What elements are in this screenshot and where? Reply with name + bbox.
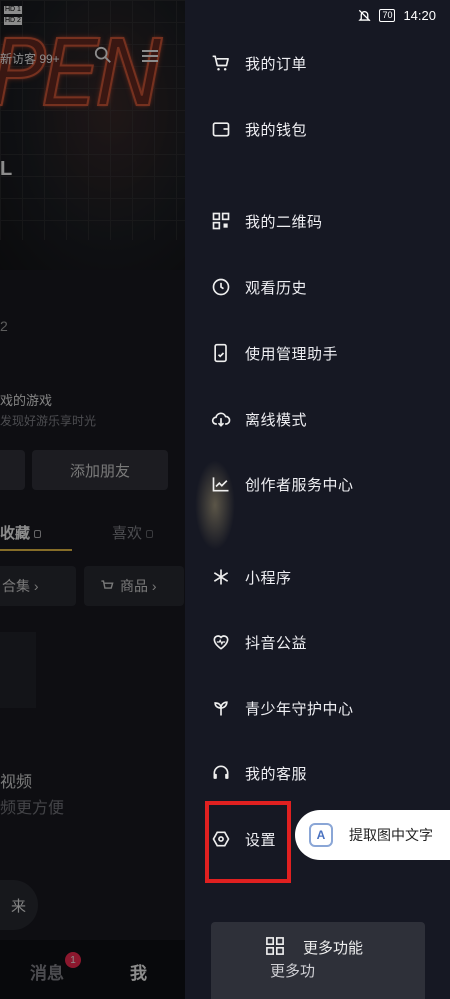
wallet-icon [212,122,230,137]
profile-page-background: PEN HD 1 HD 2 新访客 99+ L 2 戏的游戏 发现好游乐享时光 … [0,0,185,999]
more-functions-label: 更多功能 [303,940,364,957]
menu-item-offline-mode[interactable]: 离线模式 [211,407,307,431]
more-functions-button[interactable] [211,922,425,999]
cart-icon [212,55,229,71]
menu-item-charity[interactable]: 抖音公益 [211,630,307,654]
menu-item-label: 观看历史 [245,279,308,297]
heart-icon [213,635,229,650]
menu-item-qrcode[interactable]: 我的二维码 [211,209,323,233]
more-functions-echo-label: 更多功 [270,963,316,980]
text-recognition-icon: A [309,823,333,847]
dim-overlay[interactable] [0,0,185,999]
asterisk-icon [213,569,229,585]
extract-text-button[interactable]: A 提取图中文字 [295,810,450,860]
menu-item-creator-center[interactable]: 创作者服务中心 [211,472,354,496]
chart-icon [212,477,229,492]
clock-icon [212,278,230,296]
menu-item-label: 青少年守护中心 [245,700,354,718]
menu-item-label: 我的订单 [245,55,308,73]
menu-item-youth-guard[interactable]: 青少年守护中心 [211,696,354,720]
settings-highlight-box [205,801,291,883]
headset-icon [213,765,229,779]
menu-item-usage-assistant[interactable]: 使用管理助手 [211,341,338,365]
qrcode-icon [212,212,230,230]
sprout-icon [214,701,228,716]
menu-item-label: 我的二维码 [245,213,323,231]
menu-item-orders[interactable]: 我的订单 [211,51,307,75]
phone-icon [214,343,227,363]
menu-item-label: 我的客服 [245,765,308,783]
menu-item-label: 小程序 [245,569,292,587]
menu-item-label: 我的钱包 [245,121,308,139]
menu-item-mini-programs[interactable]: 小程序 [211,565,292,589]
menu-item-label: 使用管理助手 [245,345,339,363]
cloud-download-icon [211,412,231,427]
menu-item-customer-service[interactable]: 我的客服 [211,761,307,785]
menu-item-history[interactable]: 观看历史 [211,275,307,299]
grid-apps-icon [266,937,284,955]
menu-item-label: 抖音公益 [245,634,308,652]
status-bar-right: 70 14:20 [358,8,436,23]
menu-item-label: 离线模式 [245,411,308,429]
mute-bell-icon [358,9,372,22]
menu-item-label: 创作者服务中心 [245,476,354,494]
extract-text-label: 提取图中文字 [349,827,433,843]
battery-indicator: 70 [379,9,396,22]
menu-item-wallet[interactable]: 我的钱包 [211,117,307,141]
clock-time: 14:20 [403,8,436,23]
